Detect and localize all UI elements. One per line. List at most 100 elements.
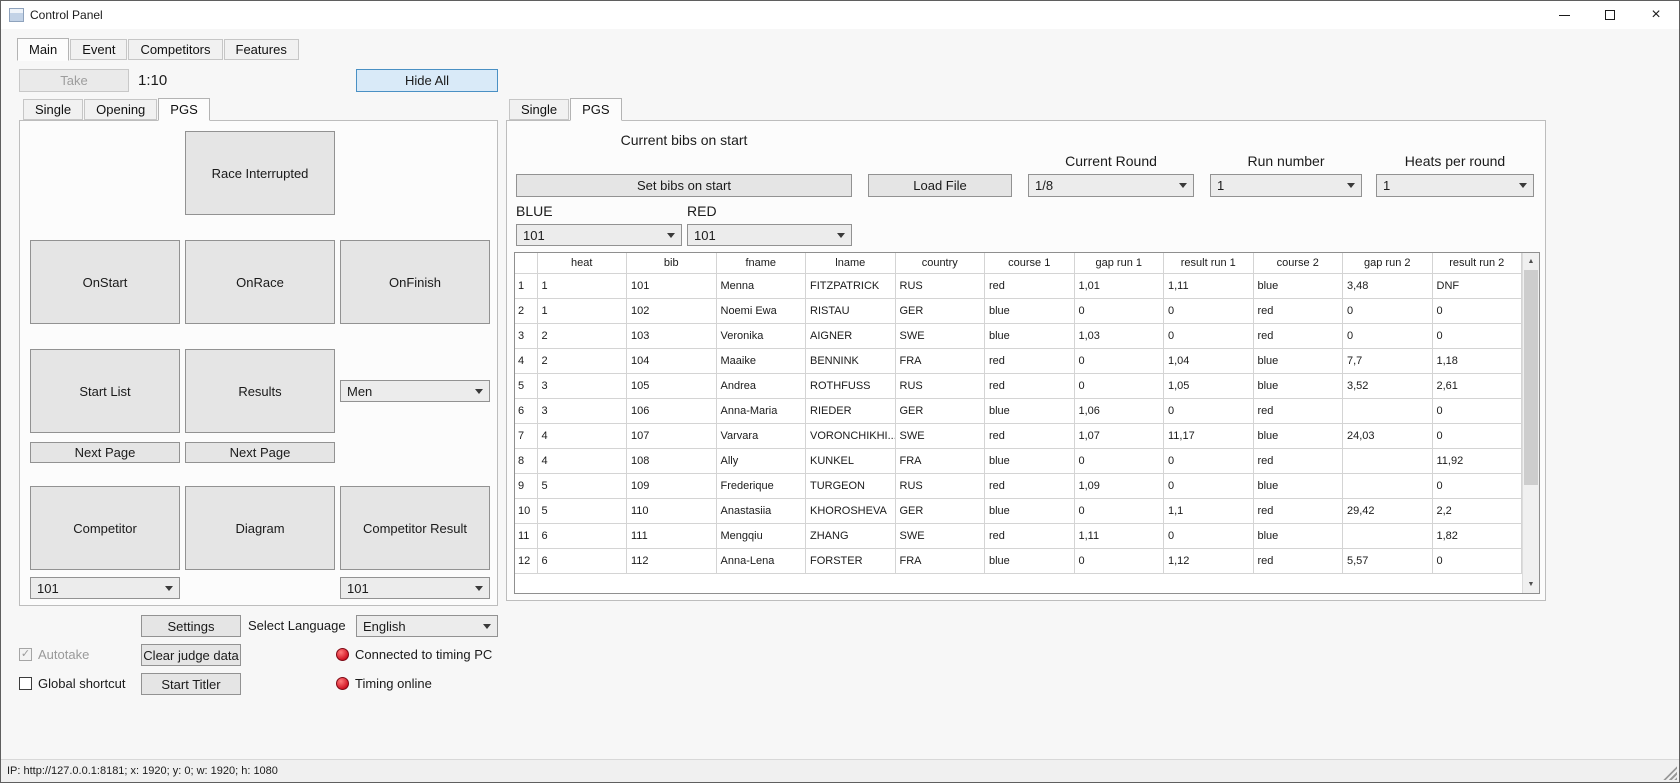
right-tab-pgs[interactable]: PGS [570, 98, 622, 121]
column-header-heat[interactable]: heat [537, 253, 627, 274]
column-header-rownum[interactable] [515, 253, 538, 274]
left-tab-pgs[interactable]: PGS [158, 98, 210, 121]
global-shortcut-checkbox[interactable] [19, 677, 32, 690]
table-row[interactable]: 2 1 102 Noemi Ewa RISTAU GER blue 0 0 red 0 0 [515, 298, 1522, 324]
set-bibs-on-start-button[interactable]: Set bibs on start [516, 174, 852, 197]
tab-competitors[interactable]: Competitors [128, 39, 223, 60]
table-row[interactable]: 10 5 110 Anastasiia KHOROSHEVA GER blue 0 1,1 red… [515, 498, 1522, 524]
column-header-course-2[interactable]: course 2 [1253, 253, 1343, 274]
cell-gap-run-1: 0 [1074, 548, 1164, 574]
table-row[interactable]: 1 1 101 Menna FITZPATRICK RUS red 1,01 1,11 blue 3… [515, 273, 1522, 299]
cell-gap-run-2: 0 [1342, 298, 1433, 324]
scroll-up-button[interactable]: ▲ [1523, 253, 1539, 270]
hide-all-button[interactable]: Hide All [356, 69, 498, 92]
cell-result-run-2: 0 [1432, 398, 1522, 424]
table-row[interactable]: 11 6 111 Mengqiu ZHANG SWE red 1,11 0 blue 1,82 [515, 523, 1522, 549]
cell-result-run-1: 1,1 [1163, 498, 1254, 524]
red-label: RED [687, 203, 717, 219]
load-file-button[interactable]: Load File [868, 174, 1012, 197]
cell-result-run-2: 0 [1432, 298, 1522, 324]
results-button[interactable]: Results [185, 349, 335, 433]
cell-fname: Anna-Maria [716, 398, 806, 424]
column-header-gap-run-2[interactable]: gap run 2 [1342, 253, 1433, 274]
start-titler-button[interactable]: Start Titler [141, 673, 241, 695]
blue-bib-dropdown[interactable]: 101 [516, 224, 682, 246]
tab-main[interactable]: Main [17, 38, 70, 61]
competitor-result-button[interactable]: Competitor Result [340, 486, 490, 570]
diagram-button[interactable]: Diagram [185, 486, 335, 570]
cell-course-1: red [984, 523, 1075, 549]
column-header-result-run-2[interactable]: result run 2 [1432, 253, 1522, 274]
gender-dropdown[interactable]: Men [340, 380, 490, 402]
table-row[interactable]: 8 4 108 Ally KUNKEL FRA blue 0 0 red 11,92 [515, 448, 1522, 474]
timing-status-row: Timing online [336, 676, 432, 691]
vertical-scrollbar[interactable]: ▲ ▼ [1522, 253, 1539, 593]
close-button[interactable]: × [1633, 1, 1679, 29]
chevron-down-icon [483, 623, 491, 629]
next-page-results-button[interactable]: Next Page [185, 442, 335, 463]
clear-judge-data-button[interactable]: Clear judge data [141, 644, 241, 666]
table-row[interactable]: 12 6 112 Anna-Lena FORSTER FRA blue 0 1,12 red 5,5… [515, 548, 1522, 574]
run-number-dropdown[interactable]: 1 [1210, 174, 1362, 197]
cell-gap-run-2 [1342, 473, 1433, 499]
cell-country: GER [895, 398, 985, 424]
cell-country: FRA [895, 548, 985, 574]
competitor-result-bib-dropdown[interactable]: 101 [340, 577, 490, 599]
column-header-result-run-1[interactable]: result run 1 [1163, 253, 1254, 274]
table-row[interactable]: 9 5 109 Frederique TURGEON RUS red 1,09 0 blue 0 [515, 473, 1522, 499]
left-tab-single[interactable]: Single [23, 99, 84, 120]
maximize-button[interactable] [1587, 1, 1633, 29]
run-number-label: Run number [1247, 153, 1325, 169]
cell-result-run-2: DNF [1432, 273, 1522, 299]
red-bib-dropdown[interactable]: 101 [687, 224, 852, 246]
cell-result-run-2: 0 [1432, 548, 1522, 574]
competitor-button[interactable]: Competitor [30, 486, 180, 570]
column-header-bib[interactable]: bib [626, 253, 717, 274]
table-row[interactable]: 3 2 103 Veronika AIGNER SWE blue 1,03 0 red 0 0 [515, 323, 1522, 349]
global-shortcut-label: Global shortcut [38, 676, 126, 691]
next-page-startlist-button[interactable]: Next Page [30, 442, 180, 463]
left-panel: Single Opening PGS Race Interrupted OnSt… [19, 98, 498, 606]
row-number-cell: 10 [515, 498, 538, 524]
cell-country: SWE [895, 323, 985, 349]
table-row[interactable]: 4 2 104 Maaike BENNINK FRA red 0 1,04 blue 7,7 1,18 [515, 348, 1522, 374]
cell-result-run-1: 0 [1163, 323, 1254, 349]
column-header-country[interactable]: country [895, 253, 985, 274]
table-row[interactable]: 7 4 107 Varvara VORONCHIKHI... SWE red 1,07 11,1… [515, 423, 1522, 449]
settings-button[interactable]: Settings [141, 615, 241, 637]
autotake-checkbox[interactable]: ✓ [19, 648, 32, 661]
cell-course-2: blue [1253, 473, 1343, 499]
tab-event[interactable]: Event [70, 39, 128, 60]
race-interrupted-button[interactable]: Race Interrupted [185, 131, 335, 215]
onstart-button[interactable]: OnStart [30, 240, 180, 324]
column-header-gap-run-1[interactable]: gap run 1 [1074, 253, 1164, 274]
start-list-button[interactable]: Start List [30, 349, 180, 433]
table-row[interactable]: 5 3 105 Andrea ROTHFUSS RUS red 0 1,05 blue 3,52 2,… [515, 373, 1522, 399]
cell-fname: Varvara [716, 423, 806, 449]
heats-per-round-dropdown[interactable]: 1 [1376, 174, 1534, 197]
left-tab-opening[interactable]: Opening [84, 99, 158, 120]
language-dropdown-value: English [363, 618, 406, 634]
column-header-course-1[interactable]: course 1 [984, 253, 1075, 274]
column-header-lname[interactable]: lname [805, 253, 896, 274]
take-button[interactable]: Take [19, 69, 129, 92]
blue-bib-dropdown-value: 101 [523, 227, 545, 243]
cell-fname: Ally [716, 448, 806, 474]
tab-features[interactable]: Features [223, 39, 299, 60]
chevron-down-icon [667, 232, 675, 238]
right-tab-single[interactable]: Single [509, 99, 570, 120]
language-dropdown[interactable]: English [356, 615, 498, 637]
column-header-fname[interactable]: fname [716, 253, 806, 274]
table-row[interactable]: 6 3 106 Anna-Maria RIEDER GER blue 1,06 0 red 0 [515, 398, 1522, 424]
minimize-button[interactable] [1541, 1, 1587, 29]
onrace-button[interactable]: OnRace [185, 240, 335, 324]
competitor-bib-dropdown[interactable]: 101 [30, 577, 180, 599]
cell-course-1: red [984, 273, 1075, 299]
onfinish-button[interactable]: OnFinish [340, 240, 490, 324]
resize-grip-icon[interactable] [1663, 766, 1677, 780]
chevron-down-icon [1179, 183, 1187, 188]
scroll-thumb[interactable] [1524, 270, 1538, 485]
cell-course-1: red [984, 473, 1075, 499]
scroll-down-button[interactable]: ▼ [1523, 576, 1539, 593]
current-round-dropdown[interactable]: 1/8 [1028, 174, 1194, 197]
